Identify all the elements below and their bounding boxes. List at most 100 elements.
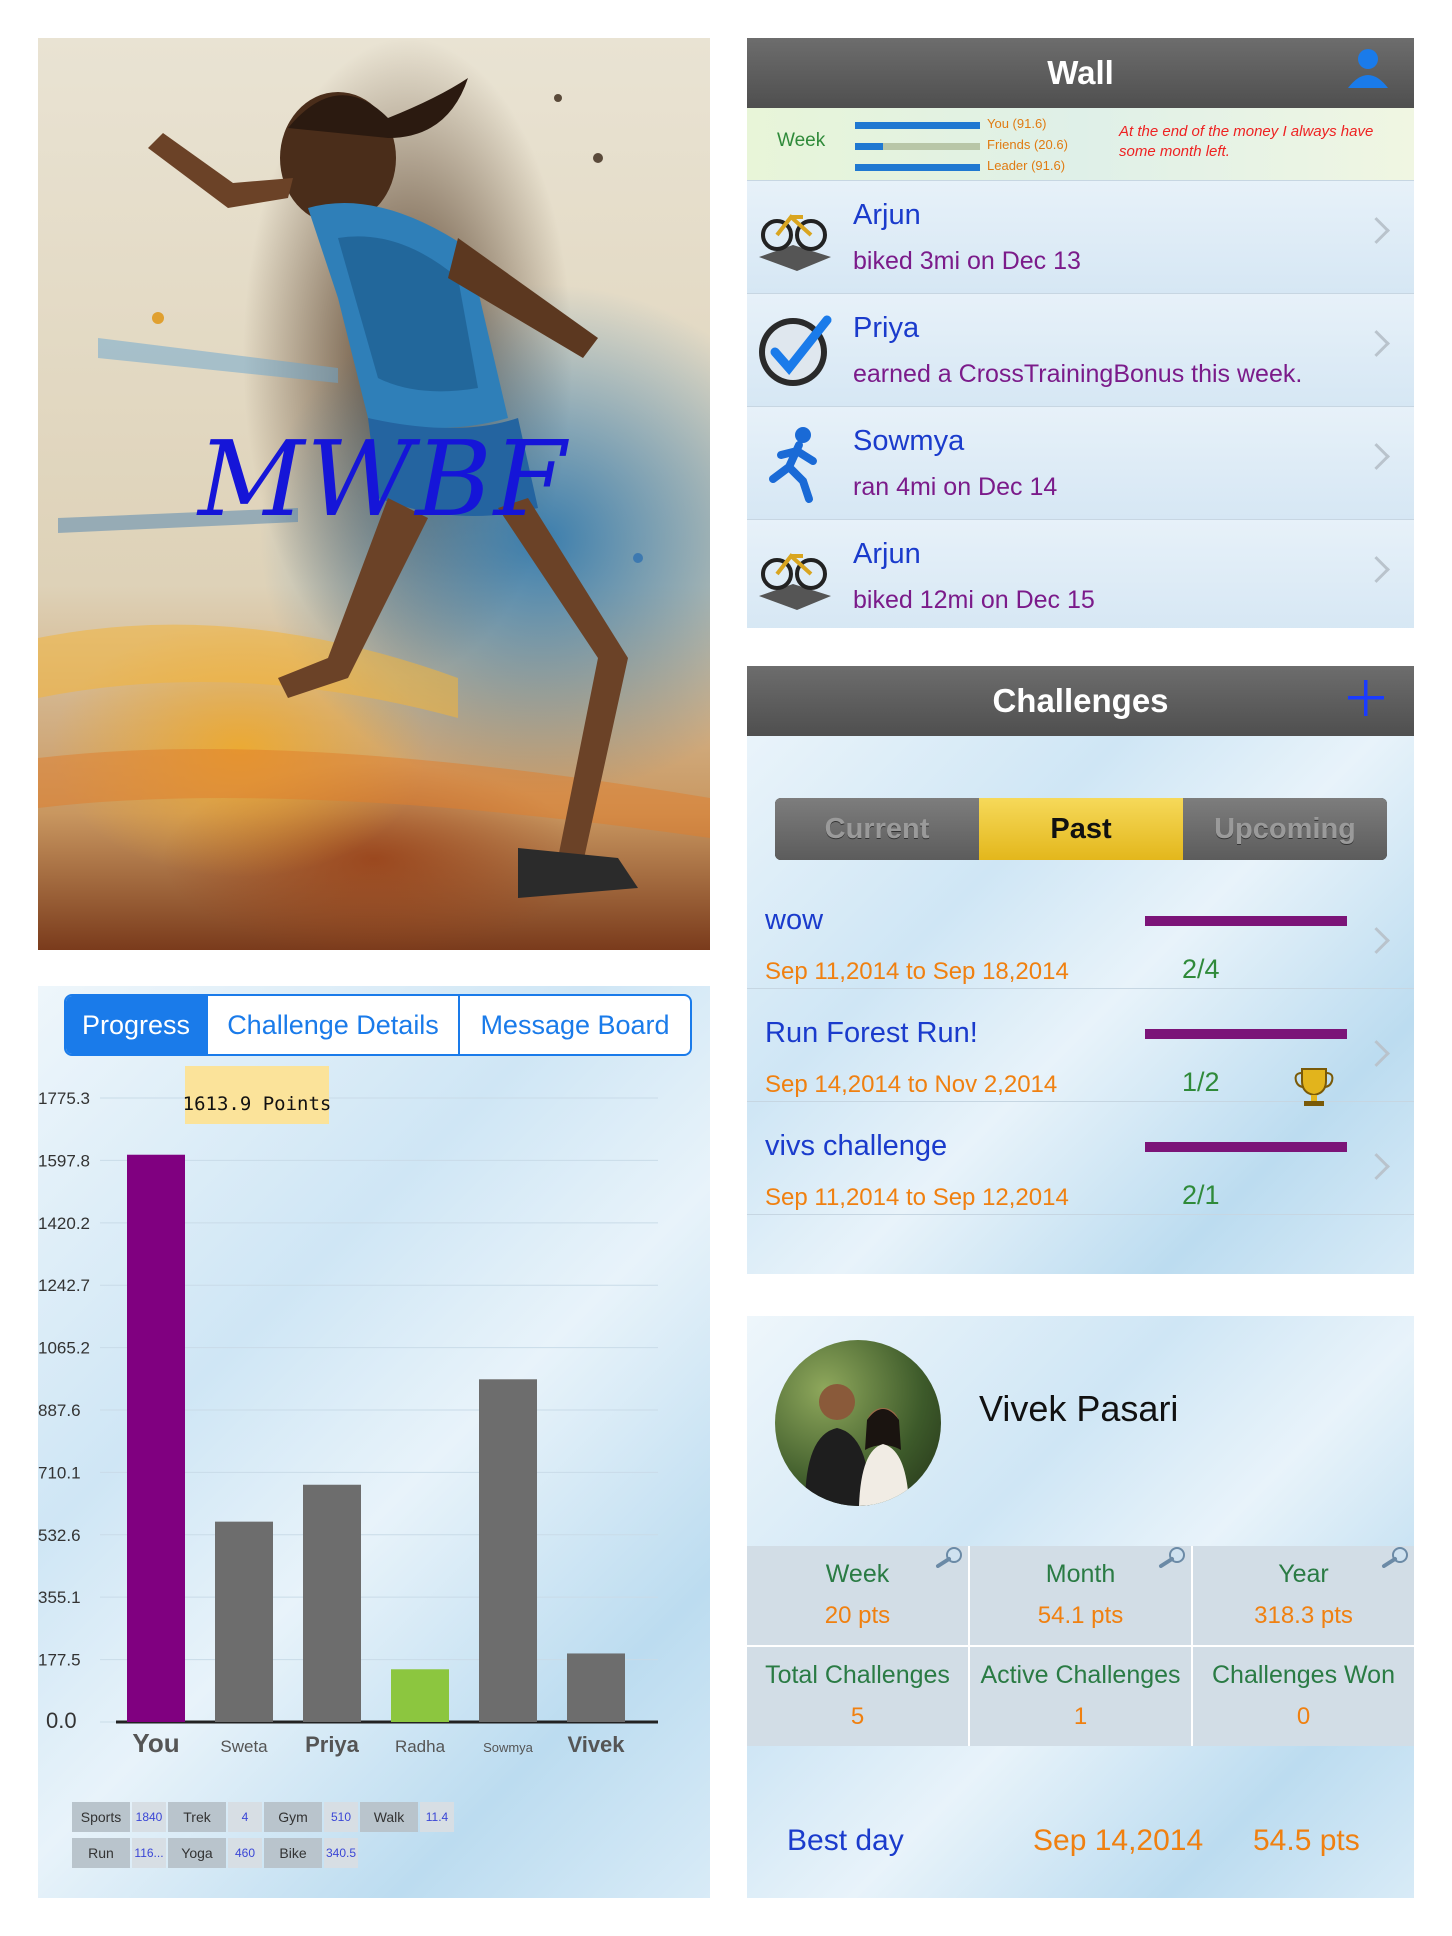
y-tick-label: 0.0: [46, 1708, 77, 1733]
bar-track: [855, 143, 980, 150]
x-tick-label: You: [132, 1728, 179, 1758]
feed-item[interactable]: Priya earned a CrossTrainingBonus this we…: [747, 293, 1414, 406]
activity-label: Sports: [72, 1802, 130, 1832]
activity-feed: Arjun biked 3mi on Dec 13 Priya earned a Cr…: [747, 180, 1414, 628]
challenge-progress-bar: [1145, 916, 1347, 926]
activity-value: 340.5: [324, 1838, 358, 1868]
activity-label: Bike: [264, 1838, 322, 1868]
feed-user-name: Arjun: [853, 199, 921, 231]
challenge-item[interactable]: wow Sep 11,2014 to Sep 18,2014 2/4: [747, 876, 1414, 989]
challenges-title: Challenges: [992, 682, 1169, 719]
stat-week[interactable]: Week 20 pts: [747, 1546, 968, 1645]
bar-radha[interactable]: [391, 1669, 449, 1722]
bar-sowmya[interactable]: [479, 1379, 537, 1722]
y-tick-label: 532.6: [38, 1526, 81, 1545]
feed-activity-text: earned a CrossTrainingBonus this week.: [853, 360, 1303, 388]
activity-value: 11.4: [420, 1802, 454, 1832]
bar-fill: [855, 143, 883, 150]
activity-value: 510: [324, 1802, 358, 1832]
feed-item[interactable]: Arjun biked 12mi on Dec 15: [747, 519, 1414, 628]
wall-title: Wall: [1047, 54, 1114, 91]
challenge-dates: Sep 14,2014 to Nov 2,2014: [765, 1071, 1058, 1098]
breakdown-row: Sports 1840 Trek 4 Gym 510 Walk 11.4: [72, 1802, 456, 1832]
activity-label: Run: [72, 1838, 130, 1868]
stat-value: 54.1 pts: [1037, 1602, 1124, 1629]
challenge-name: vivs challenge: [765, 1130, 948, 1162]
activity-value: 460: [228, 1838, 262, 1868]
chevron-right-icon: [1363, 556, 1390, 583]
y-tick-label: 887.6: [38, 1401, 81, 1420]
bar-priya[interactable]: [303, 1484, 361, 1722]
y-tick-label: 355.1: [38, 1588, 81, 1607]
tab-progress[interactable]: Progress: [66, 996, 206, 1054]
magnifier-icon[interactable]: [934, 1546, 964, 1573]
stat-label: Active Challenges: [980, 1661, 1181, 1689]
stat-active-challenges: Active Challenges 1: [970, 1647, 1191, 1746]
x-tick-label: Vivek: [567, 1732, 625, 1757]
breakdown-row: Run 116... Yoga 460 Bike 340.5: [72, 1838, 456, 1868]
app-splash-poster: MWBF: [38, 38, 710, 950]
magnifier-icon[interactable]: [1380, 1546, 1410, 1573]
stat-month[interactable]: Month 54.1 pts: [970, 1546, 1191, 1645]
bar-you[interactable]: [127, 1154, 185, 1722]
activity-label: Gym: [264, 1802, 322, 1832]
bar-label: You (91.6): [987, 116, 1047, 131]
feed-item[interactable]: Arjun biked 3mi on Dec 13: [747, 180, 1414, 293]
profile-name: Vivek Pasari: [979, 1388, 1179, 1429]
challenge-name: Run Forest Run!: [765, 1017, 978, 1049]
stat-challenges-won: Challenges Won 0: [1193, 1647, 1414, 1746]
y-tick-label: 1597.8: [38, 1151, 90, 1170]
magnifier-icon[interactable]: [1157, 1546, 1187, 1573]
profile-icon[interactable]: [1344, 44, 1392, 116]
points-bar-chart: 0.0 177.5 355.1 532.6 710.1 887.6 1065.2 1242.7…: [38, 1066, 658, 1758]
activity-label: Walk: [360, 1802, 418, 1832]
avatar[interactable]: [775, 1340, 941, 1506]
motivational-quote: At the end of the money I always have so…: [1119, 123, 1374, 160]
segment-current[interactable]: Current: [775, 798, 979, 860]
progress-screen: Progress Challenge Details Message Board 0…: [38, 986, 710, 1898]
chevron-right-icon: [1363, 443, 1390, 470]
chevron-right-icon: [1363, 217, 1390, 244]
feed-user-name: Priya: [853, 312, 920, 344]
chevron-right-icon: [1363, 330, 1390, 357]
runner-icon: [753, 421, 837, 505]
bar-track: [855, 122, 980, 129]
segment-upcoming[interactable]: Upcoming: [1183, 798, 1387, 860]
challenge-item[interactable]: vivs challenge Sep 11,2014 to Sep 12,2014…: [747, 1102, 1414, 1215]
y-tick-label: 1242.7: [38, 1276, 90, 1295]
challenge-item[interactable]: Run Forest Run! Sep 14,2014 to Nov 2,2014…: [747, 989, 1414, 1106]
bar-vivek[interactable]: [567, 1653, 625, 1722]
weekly-comparison: Week You (91.6) Friends (20.6) Leader (91.…: [747, 108, 1414, 180]
checkmark-icon: [753, 308, 837, 392]
wall-title-bar: Wall: [747, 38, 1414, 108]
add-challenge-icon[interactable]: [1340, 672, 1392, 748]
feed-activity-text: biked 12mi on Dec 15: [853, 586, 1095, 614]
app-logo-text: MWBF: [198, 418, 568, 540]
challenge-name: wow: [765, 904, 824, 936]
segment-past[interactable]: Past: [979, 798, 1183, 860]
y-tick-label: 710.1: [38, 1463, 81, 1482]
feed-item[interactable]: Sowmya ran 4mi on Dec 14: [747, 406, 1414, 519]
best-day-date: Sep 14,2014: [1033, 1824, 1204, 1857]
x-tick-label: Priya: [305, 1732, 360, 1757]
challenge-score: 2/1: [1182, 1180, 1220, 1210]
activity-breakdown-table: Sports 1840 Trek 4 Gym 510 Walk 11.4 Run 116... Yo…: [72, 1802, 456, 1874]
tab-message-board[interactable]: Message Board: [458, 996, 690, 1054]
wall-screen: Wall Week You (91.6) Friends (20.6) Leader…: [747, 38, 1414, 628]
stat-total-challenges: Total Challenges 5: [747, 1647, 968, 1746]
progress-tabs: Progress Challenge Details Message Board: [64, 994, 692, 1056]
bar-sweta[interactable]: [215, 1521, 273, 1722]
challenge-filter-segmented-control: Current Past Upcoming: [775, 798, 1387, 860]
tab-challenge-details[interactable]: Challenge Details: [206, 996, 458, 1054]
activity-value: 116...: [132, 1838, 166, 1868]
stat-value: 5: [850, 1703, 865, 1730]
stat-value: 1: [1073, 1703, 1088, 1730]
week-label: Week: [777, 130, 826, 151]
y-tick-label: 1065.2: [38, 1339, 90, 1358]
tooltip-text: 1613.9 Points: [183, 1093, 332, 1115]
challenge-dates: Sep 11,2014 to Sep 12,2014: [765, 1184, 1069, 1211]
stat-year[interactable]: Year 318.3 pts: [1193, 1546, 1414, 1645]
challenge-progress-bar: [1145, 1142, 1347, 1152]
challenge-score: 2/4: [1182, 954, 1220, 984]
stat-value: 0: [1296, 1703, 1311, 1730]
